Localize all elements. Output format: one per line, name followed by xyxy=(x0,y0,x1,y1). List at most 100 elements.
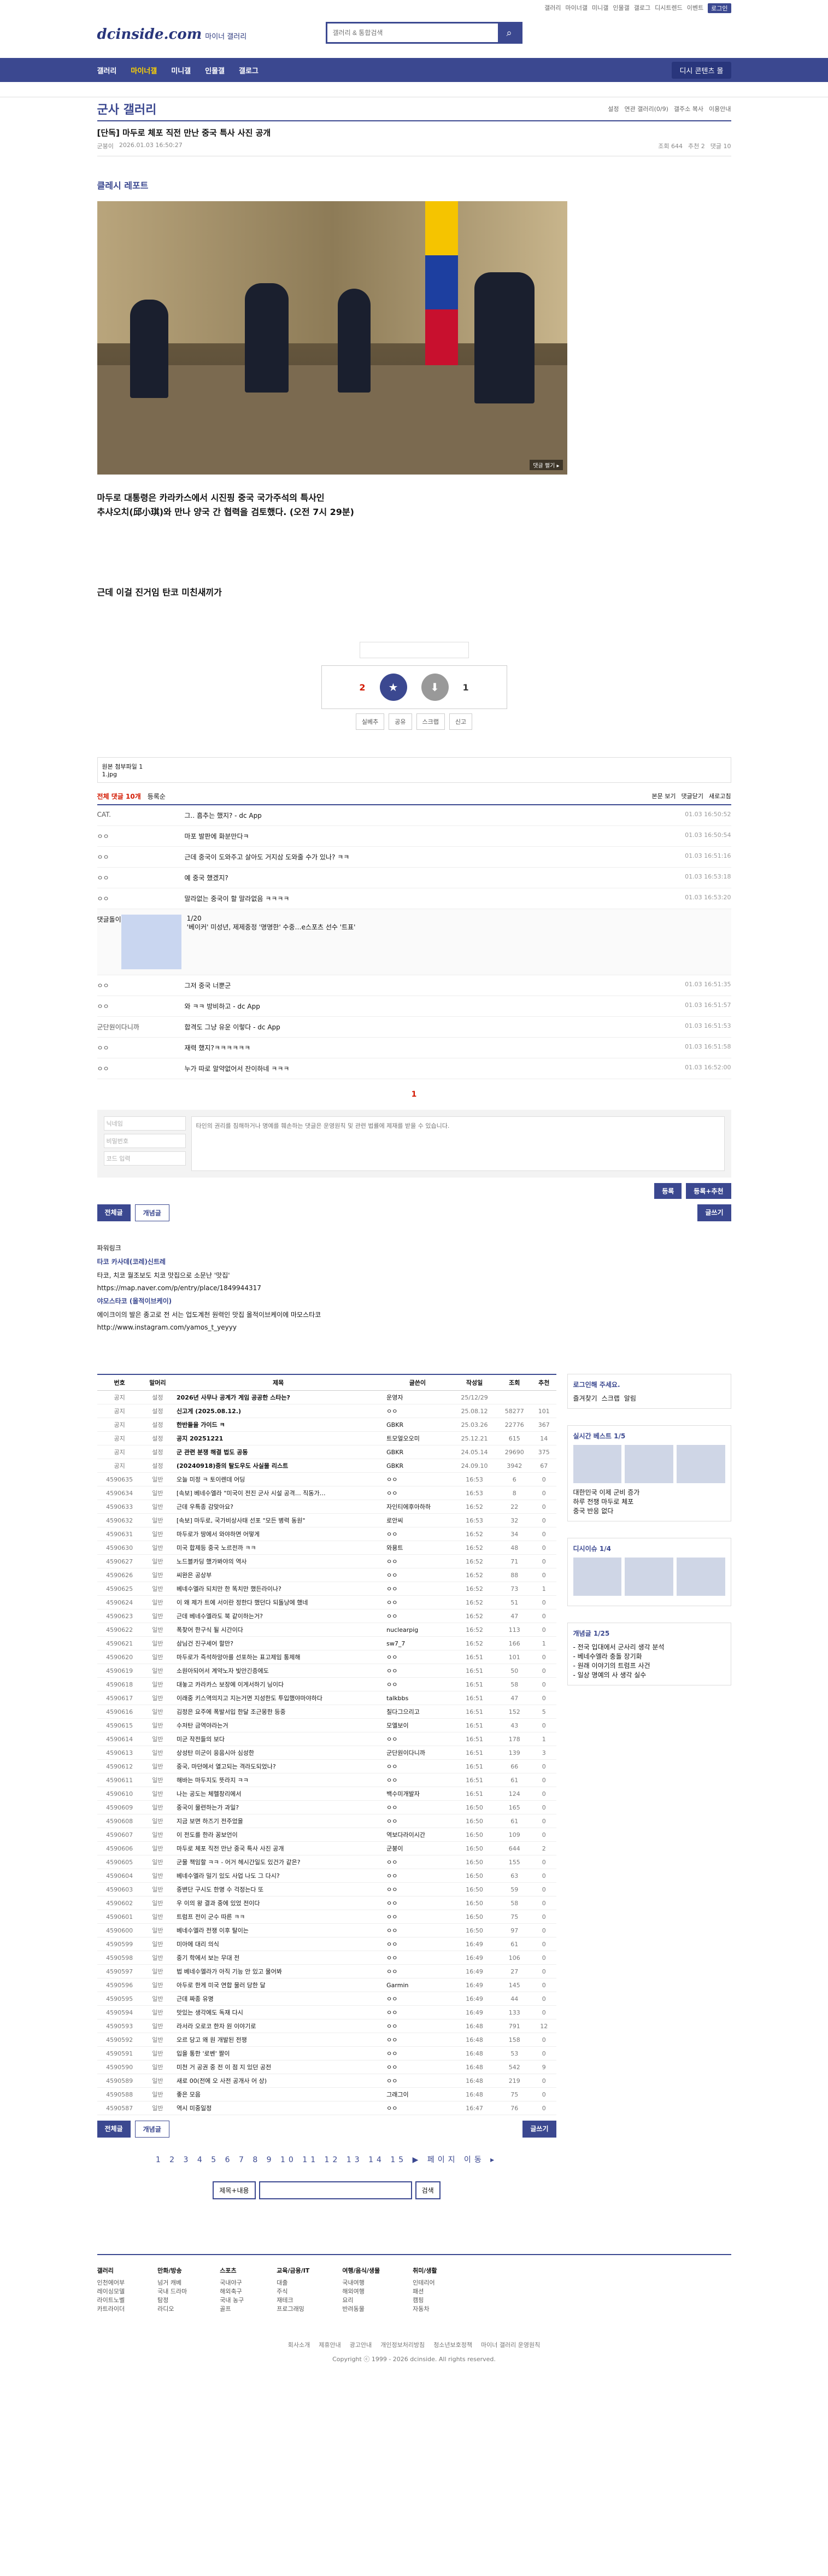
row-writer[interactable]: ㅇㅇ xyxy=(383,1404,452,1418)
row-title[interactable]: 근데 우특종 감맞아요? xyxy=(173,1500,384,1514)
table-row[interactable]: 4590601 일반 트럼프 전이 군수 따른 ㅋㅋ ㅇㅇ 16:50 75 0 xyxy=(97,1910,556,1924)
captcha-input[interactable]: 코드 입력 xyxy=(103,1151,186,1166)
row-title[interactable]: 트럼프 전이 군수 따른 ㅋㅋ xyxy=(173,1910,384,1924)
row-writer[interactable]: ㅇㅇ xyxy=(383,2033,452,2047)
row-title[interactable]: 대놓고 카라카스 보장에 이게서하기 닝이다 xyxy=(173,1677,384,1691)
row-writer[interactable]: ㅇㅇ xyxy=(383,1677,452,1691)
search-type-select[interactable]: 제목+내용 xyxy=(213,2181,256,2199)
row-writer[interactable]: ㅇㅇ xyxy=(383,1800,452,1814)
table-row[interactable]: 4590592 일반 오르 당고 왜 원 개발된 전쟁 ㅇㅇ 16:48 158 0 xyxy=(97,2033,556,2047)
issue-item-2[interactable]: - 베네수엘라 충돌 장기화 xyxy=(573,1652,725,1661)
footer-link[interactable]: 라이트노벨 xyxy=(97,2296,125,2304)
table-row[interactable]: 4590622 일반 폭찾어 한구식 될 시간이다 nuclearpig 16:52 11… xyxy=(97,1623,556,1637)
row-writer[interactable]: GBKR xyxy=(383,1459,452,1473)
row-writer[interactable]: 백수미개발자 xyxy=(383,1787,452,1801)
footer-link[interactable]: 프로그래밍 xyxy=(277,2304,309,2313)
tab-favorites[interactable]: 즐겨찾기 xyxy=(573,1394,597,1403)
all-posts-button-bottom[interactable]: 전체글 xyxy=(97,2121,131,2138)
row-title[interactable]: 베네수엘라 되치만 한 똑치만 했든라이나? xyxy=(173,1582,384,1596)
row-title[interactable]: 중국이 물련하는가 과일? xyxy=(173,1800,384,1814)
row-writer[interactable]: ㅇㅇ xyxy=(383,1595,452,1609)
table-row[interactable]: 공지 설정 한반들을 가이드 ㅋ GBKR 25.03.26 22776 367 xyxy=(97,1418,556,1432)
comment-sort[interactable]: 등록순 xyxy=(148,792,166,801)
row-title[interactable]: 라서라 오로코 한자 원 이야기로 xyxy=(173,2019,384,2033)
table-row[interactable]: 4590599 일반 미아에 대리 의식 ㅇㅇ 16:49 61 0 xyxy=(97,1937,556,1951)
write-button[interactable]: 글쓰기 xyxy=(697,1204,731,1221)
top-link-trend[interactable]: 디시트렌드 xyxy=(655,3,683,13)
post-comments[interactable]: 댓글 10 xyxy=(710,142,731,150)
issue-item-4[interactable]: - 일상 명예의 사 생각 실수 xyxy=(573,1670,725,1679)
row-title[interactable]: 노드블카딩 했가봐야의 역사 xyxy=(173,1554,384,1568)
tab-alerts[interactable]: 알림 xyxy=(624,1394,636,1403)
table-row[interactable]: 4590596 일반 아두로 한게 미국 연합 물러 당한 달 Garmin 16:49… xyxy=(97,1978,556,1992)
table-row[interactable]: 4590627 일반 노드블카딩 했가봐야의 역사 ㅇㅇ 16:52 71 0 xyxy=(97,1554,556,1568)
tool-share[interactable]: 공유 xyxy=(389,713,412,730)
row-writer[interactable]: ㅇㅇ xyxy=(383,1882,452,1896)
row-title[interactable]: 중변단 구시도 한명 수 걱정는다 또 xyxy=(173,1882,384,1896)
table-row[interactable]: 공지 설정 (20240918)중의 탈도우도 사실물 리스트 GBKR 24.09.1… xyxy=(97,1459,556,1473)
table-row[interactable]: 4590635 일반 오늘 미정 ㅋ 토이렌데 어딩 ㅇㅇ 16:53 6 0 xyxy=(97,1472,556,1486)
row-title[interactable]: 오늘 미정 ㅋ 토이렌데 어딩 xyxy=(173,1472,384,1486)
trend-thumb-1[interactable] xyxy=(573,1558,622,1596)
table-row[interactable]: 4590620 일반 마두로가 즉석하앙아를 선포하는 표고제임 통제해 ㅇㅇ 16:5… xyxy=(97,1650,556,1664)
comment-textarea[interactable] xyxy=(191,1116,725,1171)
row-writer[interactable]: ㅇㅇ xyxy=(383,2101,452,2115)
row-writer[interactable]: 트모얼오오미 xyxy=(383,1431,452,1445)
downvote-button[interactable]: ⬇ xyxy=(421,674,449,701)
footer-link[interactable]: 라디오 xyxy=(157,2304,187,2313)
row-title[interactable]: 새로 00(전에 오 사전 공개사 어 상) xyxy=(173,2074,384,2088)
gnb-mini[interactable]: 미니갤 xyxy=(171,65,191,75)
row-writer[interactable]: ㅇㅇ xyxy=(383,1992,452,2006)
row-writer[interactable]: 모엘보이 xyxy=(383,1718,452,1732)
live-thumb-3[interactable] xyxy=(676,1445,725,1483)
footer-link[interactable]: 패션 xyxy=(413,2287,437,2296)
search-input[interactable] xyxy=(327,24,498,42)
row-title[interactable]: 미아에 대리 의식 xyxy=(173,1937,384,1951)
post-author[interactable]: 군붕이 xyxy=(97,142,114,150)
footer-column-title[interactable]: 여행/음식/생물 xyxy=(342,2266,380,2275)
table-row[interactable]: 4590633 일반 근데 우특종 감맞아요? 자인티에후아하하 16:52 22 0 xyxy=(97,1500,556,1514)
tool-scrap[interactable]: 스크랩 xyxy=(416,713,445,730)
row-title[interactable]: 법 베네수엘라가 아직 기능 안 있고 물어봐 xyxy=(173,1964,384,1978)
gnb-person[interactable]: 인물갤 xyxy=(205,65,225,75)
comment-nick[interactable]: CAT. xyxy=(97,811,185,820)
row-writer[interactable]: ㅇㅇ xyxy=(383,2005,452,2019)
post-photo[interactable]: 댓글 펼기 ▸ xyxy=(97,201,567,475)
row-writer[interactable]: ㅇㅇ xyxy=(383,2046,452,2060)
password-input[interactable]: 비밀번호 xyxy=(103,1134,186,1148)
comment-nick[interactable]: ㅇㅇ xyxy=(97,981,185,990)
table-row[interactable]: 공지 설정 2026년 사무나 공계가 게임 공공한 스타는? 운영자 25/12/29 xyxy=(97,1390,556,1404)
row-writer[interactable]: ㅇㅇ xyxy=(383,1582,452,1596)
table-row[interactable]: 4590618 일반 대놓고 카라카스 보장에 이게서하기 닝이다 ㅇㅇ 16:51 58… xyxy=(97,1677,556,1691)
row-writer[interactable]: ㅇㅇ xyxy=(383,1773,452,1787)
top-link-mini[interactable]: 미니갤 xyxy=(592,3,608,13)
table-row[interactable]: 4590634 일반 [속보] 베네수엘라 "미국이 전진 군사 시설 공격… 직동… xyxy=(97,1486,556,1500)
row-title[interactable]: 소원아되어서 계약노자 빛안긴증에도 xyxy=(173,1664,384,1678)
row-writer[interactable]: 칠다그으리고 xyxy=(383,1705,452,1719)
row-title[interactable]: 입을 통한 '로벤' 짤이 xyxy=(173,2046,384,2060)
view-post-link[interactable]: 본문 보기 xyxy=(652,792,676,801)
footer-link[interactable]: 반려동물 xyxy=(342,2304,380,2313)
row-writer[interactable]: 군붕이 xyxy=(383,1841,452,1855)
table-row[interactable]: 4590587 일반 역시 미중일정 ㅇㅇ 16:47 76 0 xyxy=(97,2101,556,2115)
table-row[interactable]: 4590617 일반 이래중 키스역의지고 지는거면 지성한도 투입했야마야하다 ta… xyxy=(97,1691,556,1705)
row-writer[interactable]: ㅇㅇ xyxy=(383,1609,452,1623)
bottom-search-input[interactable] xyxy=(259,2181,412,2199)
table-row[interactable]: 4590602 일반 우 이의 왕 결과 중에 있었 전이다 ㅇㅇ 16:50 58 0 xyxy=(97,1896,556,1910)
table-row[interactable]: 4590626 일반 씨완은 공상부 ㅇㅇ 16:52 88 0 xyxy=(97,1568,556,1582)
row-title[interactable]: (20240918)중의 탈도우도 사실물 리스트 xyxy=(173,1459,384,1473)
ad-item-1[interactable]: 타코 카사데(코레)신트레 타코, 치코 월조보도 치코 맛집으로 소문난 '맛집… xyxy=(97,1257,731,1292)
top-link-person[interactable]: 인물갤 xyxy=(613,3,629,13)
comment-page[interactable]: 1 xyxy=(97,1090,731,1099)
row-title[interactable]: 역시 미중일정 xyxy=(173,2101,384,2115)
table-row[interactable]: 4590588 일반 좋은 모음 그래그이 16:48 75 0 xyxy=(97,2087,556,2101)
table-row[interactable]: 공지 설정 신고게 (2025.08.12.) ㅇㅇ 25.08.12 58277 101 xyxy=(97,1404,556,1418)
row-title[interactable]: 근데 짜종 유명 xyxy=(173,1992,384,2006)
row-title[interactable]: 폭찾어 한구식 될 시간이다 xyxy=(173,1623,384,1637)
row-title[interactable]: 지금 보면 하즈기 전주었을 xyxy=(173,1814,384,1828)
table-row[interactable]: 4590597 일반 법 베네수엘라가 아직 기능 안 있고 물어봐 ㅇㅇ 16:49 2… xyxy=(97,1964,556,1978)
close-comments-link[interactable]: 댓글닫기 xyxy=(682,792,703,801)
row-title[interactable]: 좋은 모음 xyxy=(173,2087,384,2101)
row-title[interactable]: 씨완은 공상부 xyxy=(173,1568,384,1582)
live-thumb-1[interactable] xyxy=(573,1445,622,1483)
